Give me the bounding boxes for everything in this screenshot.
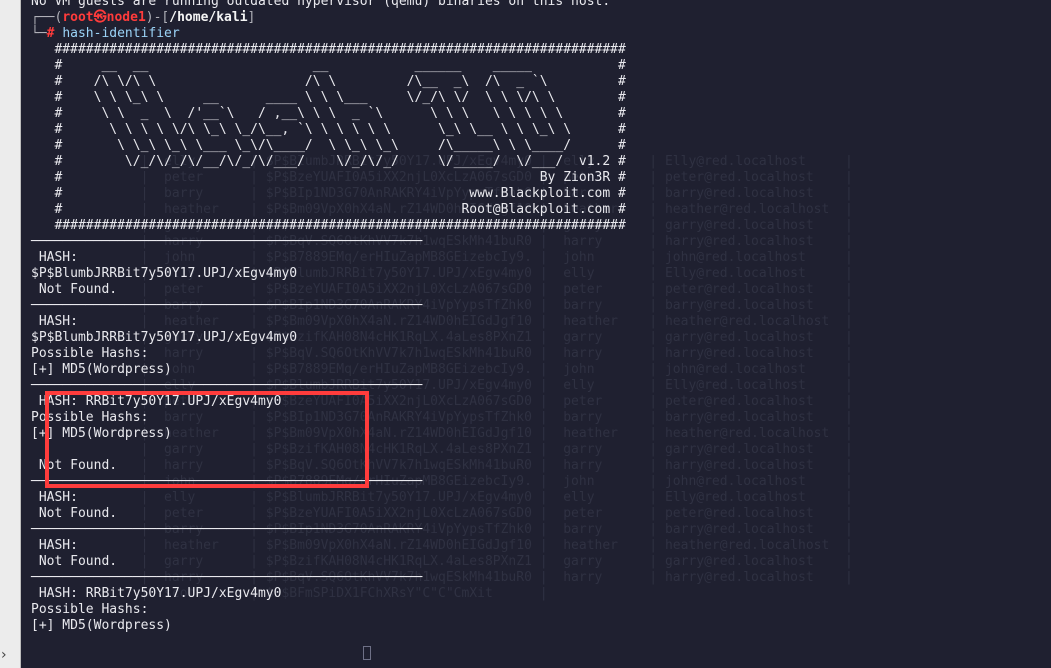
hash-prompt: HASH:: [31, 490, 78, 505]
result-line: Not Found.: [31, 554, 118, 569]
hash-prompt: HASH: RRBit7y50Y17.UPJ/xEgv4my0: [31, 586, 282, 601]
hash-prompt: HASH:: [31, 250, 86, 265]
result-line: Possible Hashs:: [31, 410, 149, 425]
result-line: Possible Hashs:: [31, 346, 149, 361]
separator: ────────────────────────────────────────…: [31, 570, 423, 585]
result-line: Possible Hashs:: [31, 602, 149, 617]
terminal-output[interactable]: No VM guests are running outdated hyperv…: [31, 0, 626, 634]
prompt-host: node1: [106, 10, 146, 25]
terminal-window[interactable]: | elly | $P$BlumbJRRBit7y50Y17.UPJ/xEgv4…: [21, 0, 1051, 668]
left-panel-strip: ›: [0, 0, 21, 668]
prompt-user: root: [62, 10, 94, 25]
hash-input: $P$BlumbJRRBit7y50Y17.UPJ/xEgv4my0: [31, 330, 298, 345]
separator: ────────────────────────────────────────…: [31, 474, 423, 489]
result-line: Not Found.: [31, 458, 118, 473]
hash-identifier-banner: ########################################…: [31, 42, 626, 233]
hash-prompt: HASH:: [31, 314, 86, 329]
prompt-line-2: └─# hash-identifier: [31, 26, 180, 41]
command-text: hash-identifier: [62, 26, 180, 41]
top-status-line: No VM guests are running outdated hyperv…: [31, 0, 611, 9]
hash-input: $P$BlumbJRRBit7y50Y17.UPJ/xEgv4my0: [31, 266, 298, 281]
prompt-symbol: #: [46, 26, 55, 41]
prompt-at: ㉿: [93, 10, 107, 25]
hash-prompt: HASH: RRBit7y50Y17.UPJ/xEgv4my0: [31, 394, 282, 409]
prompt-line-1: ┌──(root㉿node1)-[/home/kali]: [31, 10, 256, 25]
separator: ────────────────────────────────────────…: [31, 298, 423, 313]
separator: ────────────────────────────────────────…: [31, 378, 423, 393]
separator: ────────────────────────────────────────…: [31, 522, 423, 537]
result-line: [+] MD5(Wordpress): [31, 362, 172, 377]
result-line: Not Found.: [31, 506, 118, 521]
result-line: [+] MD5(Wordpress): [31, 618, 172, 633]
terminal-cursor-icon: [363, 646, 371, 660]
result-line: Not Found.: [31, 282, 118, 297]
prompt-cwd: /home/kali: [169, 10, 248, 25]
separator: ────────────────────────────────────────…: [31, 234, 423, 249]
hash-prompt: HASH:: [31, 538, 78, 553]
result-line: [+] MD5(Wordpress): [31, 426, 172, 441]
chevron-right-icon[interactable]: ›: [1, 648, 7, 662]
